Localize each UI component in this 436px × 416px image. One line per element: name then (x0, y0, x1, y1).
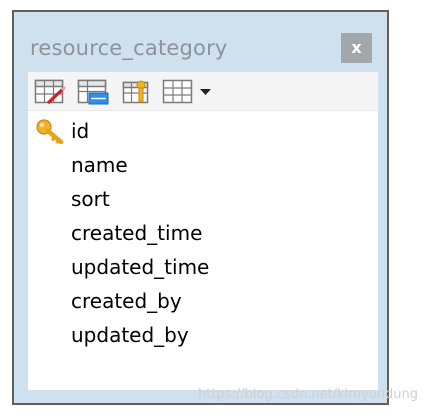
list-item[interactable]: sort (28, 183, 378, 217)
field-name: created_by (71, 289, 182, 313)
window-titlebar[interactable]: resource_category x (14, 12, 387, 70)
list-item[interactable]: created_by (28, 285, 378, 319)
primary-key-icon (35, 118, 67, 145)
close-button[interactable]: x (341, 33, 372, 63)
field-name: updated_by (71, 323, 189, 347)
field-name: id (71, 119, 90, 143)
list-item[interactable]: name (28, 149, 378, 183)
watermark: https://blog.csdn.net/kimyundung (198, 387, 419, 402)
field-name: created_time (71, 221, 203, 245)
close-icon: x (351, 38, 362, 57)
list-item[interactable]: created_time (28, 217, 378, 251)
field-name: name (71, 153, 128, 177)
list-item[interactable]: updated_time (28, 251, 378, 285)
table-window[interactable]: resource_category x id name sort created… (12, 10, 389, 405)
table-grid-icon[interactable] (162, 79, 196, 105)
fields-panel: id name sort created_time updated_time c… (28, 72, 378, 390)
view-form-icon[interactable] (77, 79, 111, 105)
field-name: updated_time (71, 255, 210, 279)
toolbar (28, 72, 378, 111)
triangle-down-icon[interactable] (198, 79, 214, 105)
list-item[interactable]: updated_by (28, 319, 378, 353)
design-table-icon[interactable] (34, 79, 68, 105)
field-name: sort (71, 187, 110, 211)
list-item[interactable]: id (28, 115, 378, 149)
window-title: resource_category (30, 36, 228, 60)
fields-detail-icon[interactable] (120, 79, 154, 105)
